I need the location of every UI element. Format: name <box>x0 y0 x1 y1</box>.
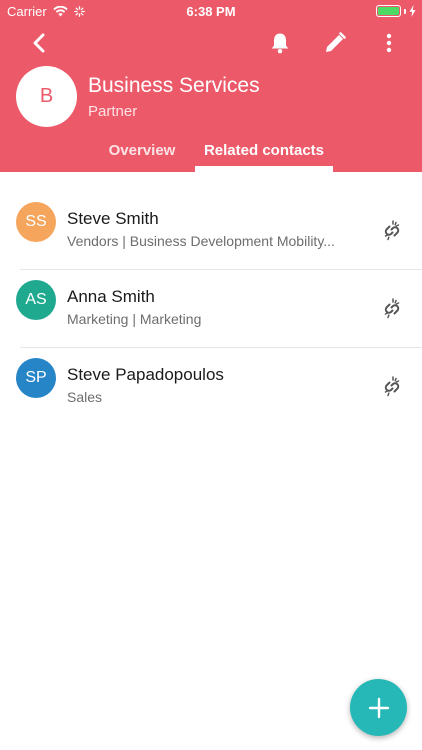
chevron-left-icon <box>33 33 45 53</box>
notifications-button[interactable] <box>267 30 293 56</box>
contact-avatar: AS <box>16 280 56 320</box>
contact-avatar: SS <box>16 202 56 242</box>
battery-icon <box>376 5 401 17</box>
header: Carrier 6:38 PM B Business Services Part… <box>0 0 422 172</box>
contact-name: Steve Papadopoulos <box>67 365 224 384</box>
contact-subtitle: Sales <box>67 389 103 405</box>
unlink-contact-button[interactable] <box>380 375 404 399</box>
entity-role: Partner <box>88 103 138 120</box>
unlink-icon <box>384 298 400 319</box>
status-right <box>376 5 416 17</box>
entity-name: Business Services <box>88 74 260 97</box>
battery-nub <box>404 8 406 14</box>
unlink-icon <box>384 220 400 241</box>
tab-overview[interactable]: Overview <box>100 134 184 172</box>
active-tab-indicator <box>195 166 333 172</box>
entity-avatar-initial: B <box>39 85 54 107</box>
edit-button[interactable] <box>322 30 348 56</box>
more-vertical-icon <box>386 33 392 53</box>
plus-icon <box>368 697 389 718</box>
list-item[interactable]: AS Anna Smith Marketing | Marketing <box>0 270 422 348</box>
charging-bolt-icon <box>409 5 416 17</box>
battery-level <box>378 7 399 15</box>
list-item[interactable]: SP Steve Papadopoulos Sales <box>0 348 422 426</box>
entity-avatar: B <box>16 66 77 127</box>
unlink-contact-button[interactable] <box>380 297 404 321</box>
add-contact-button[interactable] <box>350 679 407 736</box>
tab-overview-label: Overview <box>108 142 176 159</box>
contact-name: Steve Smith <box>67 209 159 228</box>
status-time: 6:38 PM <box>186 4 236 19</box>
bell-icon <box>271 33 289 54</box>
contact-avatar: SP <box>16 358 56 398</box>
back-button[interactable] <box>26 30 52 56</box>
more-options-button[interactable] <box>376 30 402 56</box>
contact-list: SS Steve Smith Vendors | Business Develo… <box>0 192 422 426</box>
tab-related-contacts-label: Related contacts <box>203 142 325 159</box>
contact-name: Anna Smith <box>67 287 155 306</box>
list-item[interactable]: SS Steve Smith Vendors | Business Develo… <box>0 192 422 270</box>
contact-subtitle: Marketing | Marketing <box>67 311 202 327</box>
status-bar: Carrier 6:38 PM <box>0 0 422 22</box>
unlink-contact-button[interactable] <box>380 219 404 243</box>
unlink-icon <box>384 376 400 397</box>
pencil-icon <box>326 32 346 52</box>
contact-subtitle: Vendors | Business Development Mobility.… <box>67 233 335 249</box>
